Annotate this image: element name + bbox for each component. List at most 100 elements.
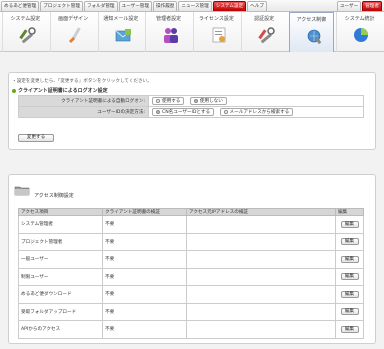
license-icon xyxy=(212,27,226,43)
access-control-title: アクセス制御設定 xyxy=(34,193,74,199)
bullet-icon xyxy=(12,88,16,93)
folder-icon xyxy=(14,186,30,196)
table-row: プロジェクト管理者 不要 編集 xyxy=(18,232,364,251)
sub-tab-statistics[interactable]: システム統計 xyxy=(336,12,382,52)
edit-cell: 編集 xyxy=(335,285,364,304)
edit-button[interactable]: 編集 xyxy=(340,325,359,333)
table-row: クライアント証明書による自動ログオン: 使用する 使用しない xyxy=(18,95,364,107)
sub-tab-label: アクセス制御 xyxy=(296,17,327,23)
top-tab-news[interactable]: ニュース管理 xyxy=(178,1,212,11)
sub-tab-label: 画面デザイン xyxy=(58,16,89,22)
top-tab-help[interactable]: ヘルプ xyxy=(247,1,267,11)
sub-tab-system-settings[interactable]: システム設定 xyxy=(2,12,48,52)
table-row: システム管理者 不要 編集 xyxy=(18,215,364,234)
sub-tab-auth[interactable]: 認証設定 xyxy=(240,12,287,52)
cert-verify-value: 不要 xyxy=(102,302,187,321)
ip-verify-value xyxy=(186,232,336,251)
client-cert-heading-text: クライアント証明書によるログオン設定 xyxy=(18,88,108,94)
access-item: 一般ユーザー xyxy=(18,250,103,269)
change-button[interactable]: 変更する xyxy=(18,134,54,142)
top-tab-user-mode[interactable]: ユーザー xyxy=(336,1,362,11)
edit-cell: 編集 xyxy=(335,302,364,321)
design-brush-icon xyxy=(68,27,81,43)
top-tab-project[interactable]: プロジェクト管理 xyxy=(40,1,83,11)
radio-cn-userid[interactable]: CN名ユーザーIDとする xyxy=(152,108,215,116)
auto-logon-label: クライアント証明書による自動ログオン: xyxy=(18,95,149,107)
sub-tab-label: システム統計 xyxy=(344,16,375,22)
auto-logon-options: 使用する 使用しない xyxy=(148,95,364,107)
table-row: 制限ユーザー 不要 編集 xyxy=(18,267,364,286)
cert-verify-value: 不要 xyxy=(102,285,187,304)
access-item: システム管理者 xyxy=(18,215,103,234)
admin-users-icon xyxy=(164,28,179,43)
col-edit: 編集 xyxy=(335,208,364,216)
top-tab-admin-mode[interactable]: 管理者 xyxy=(362,1,382,11)
ip-verify-value xyxy=(186,267,336,286)
sub-tab-mail[interactable]: 通知メール設定 xyxy=(97,12,144,52)
edit-button[interactable]: 編集 xyxy=(340,308,359,316)
access-item: プロジェクト管理者 xyxy=(18,232,103,251)
sub-tab-label: 認証設定 xyxy=(254,16,275,22)
sub-tab-label: 管理者設定 xyxy=(156,16,182,22)
top-nav: めるあど便管理 プロジェクト管理 フォルダ管理 ユーザー管理 操作履歴 ニュース… xyxy=(0,0,384,12)
top-tab-folder[interactable]: フォルダ管理 xyxy=(83,1,118,11)
edit-button[interactable]: 編集 xyxy=(340,220,359,228)
table-row: APIからのアクセス 不要 編集 xyxy=(18,320,364,339)
ip-verify-value xyxy=(186,320,336,339)
edit-cell: 編集 xyxy=(335,320,364,339)
sub-tab-license[interactable]: ライセンス設定 xyxy=(193,12,239,52)
sub-tab-label: ライセンス設定 xyxy=(198,16,234,22)
access-item: 受取フォルダアップロード xyxy=(18,302,103,321)
ip-verify-value xyxy=(186,285,336,304)
cert-verify-value: 不要 xyxy=(102,250,187,269)
radio-use[interactable]: 使用する xyxy=(152,97,185,105)
cert-verify-value: 不要 xyxy=(102,320,187,339)
radio-label: CN名ユーザーIDとする xyxy=(162,110,211,115)
radio-label: 使用しない xyxy=(199,99,223,104)
top-tab-history[interactable]: 操作履歴 xyxy=(153,1,178,11)
edit-cell: 編集 xyxy=(335,250,364,269)
client-cert-heading: クライアント証明書によるログオン設定 xyxy=(12,87,108,94)
sub-tab-admin[interactable]: 管理者設定 xyxy=(145,12,191,52)
top-tab-user[interactable]: ユーザー管理 xyxy=(118,1,152,11)
radio-label: メールアドレスから検索する xyxy=(229,110,290,115)
table-row: めるあど便ダウンロード 不要 編集 xyxy=(18,285,364,304)
top-tab-mailbin[interactable]: めるあど便管理 xyxy=(1,1,40,11)
table-row: ユーザーIDの決定方法: CN名ユーザーIDとする メールアドレスから検索する xyxy=(18,106,364,118)
table-row: 一般ユーザー 不要 編集 xyxy=(18,250,364,269)
client-cert-table: クライアント証明書による自動ログオン: 使用する 使用しない ユーザーIDの決定… xyxy=(18,95,364,118)
radio-icon xyxy=(156,98,160,103)
radio-icon xyxy=(223,109,228,114)
edit-button[interactable]: 編集 xyxy=(340,255,359,263)
sub-nav: システム設定 画面デザイン 通知メール設定 管理者設定 ライセンス設定 認証設定… xyxy=(0,12,384,52)
ip-verify-value xyxy=(186,250,336,269)
col-ip-verify: アクセス元IPアドレスの検証 xyxy=(186,208,336,216)
instructions-text: ・設定を変更したら、「変更する」ボタンをクリックしてください。 xyxy=(12,79,152,84)
top-tab-system-settings[interactable]: システム設定 xyxy=(212,1,247,11)
ip-verify-value xyxy=(186,302,336,321)
radio-selected-icon xyxy=(193,98,198,103)
edit-cell: 編集 xyxy=(335,215,364,234)
userid-method-label: ユーザーIDの決定方法: xyxy=(18,106,149,118)
access-item: APIからのアクセス xyxy=(18,320,103,339)
ip-verify-value xyxy=(186,215,336,234)
access-control-table: アクセス項目 クライアント証明書の検証 アクセス元IPアドレスの検証 編集 シス… xyxy=(18,208,364,339)
edit-button[interactable]: 編集 xyxy=(340,273,359,281)
sub-tab-design[interactable]: 画面デザイン xyxy=(49,12,96,52)
edit-button[interactable]: 編集 xyxy=(340,290,359,298)
access-item: 制限ユーザー xyxy=(18,267,103,286)
table-header-row: アクセス項目 クライアント証明書の検証 アクセス元IPアドレスの検証 編集 xyxy=(18,208,364,216)
edit-button[interactable]: 編集 xyxy=(340,238,359,246)
radio-not-use[interactable]: 使用しない xyxy=(189,97,227,105)
sub-tab-label: システム設定 xyxy=(10,16,41,22)
auth-tools-icon xyxy=(258,27,275,44)
cert-verify-value: 不要 xyxy=(102,215,187,234)
radio-email-search[interactable]: メールアドレスから検索する xyxy=(219,108,294,116)
sub-tab-access-control[interactable]: アクセス制御 xyxy=(288,12,335,52)
cert-verify-value: 不要 xyxy=(102,232,187,251)
sub-tab-label: 通知メール設定 xyxy=(103,16,139,22)
table-row: 受取フォルダアップロード 不要 編集 xyxy=(18,302,364,321)
edit-cell: 編集 xyxy=(335,232,364,251)
access-control-icon xyxy=(307,29,321,45)
radio-selected-icon xyxy=(156,109,160,114)
